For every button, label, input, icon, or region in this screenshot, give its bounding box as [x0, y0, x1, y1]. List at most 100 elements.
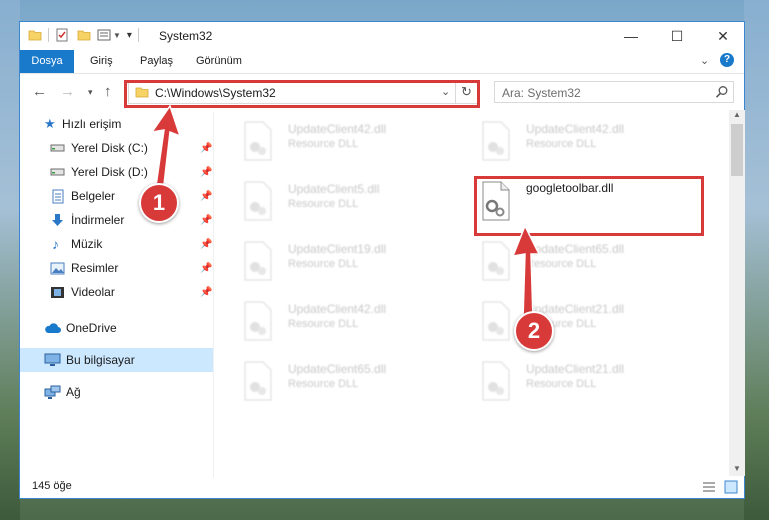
scroll-up-arrow-icon[interactable]: ▲: [733, 110, 741, 119]
documents-icon: [52, 189, 64, 203]
sidebar-item-label: Ağ: [66, 385, 81, 399]
sidebar-item-music[interactable]: ♪ Müzik 📌: [20, 232, 213, 256]
sidebar-item-label: Müzik: [71, 237, 103, 251]
status-bar: 145 öğe: [20, 476, 744, 498]
sidebar-item-label: İndirmeler: [71, 213, 125, 227]
up-arrow-icon[interactable]: ↑: [104, 83, 112, 100]
pin-icon[interactable]: 📌: [200, 287, 212, 298]
dropdown-arrow-icon[interactable]: ▼: [113, 31, 121, 40]
file-name: UpdateClient42.dll: [288, 122, 387, 136]
expand-ribbon-icon[interactable]: ⌄: [700, 54, 709, 67]
search-input[interactable]: Ara: System32: [502, 86, 581, 100]
scrollbar-thumb[interactable]: [731, 124, 743, 176]
title-bar: ▼ ▾ System32 — ☐ ✕: [20, 22, 744, 50]
ribbon-tabs: Dosya Giriş Paylaş Görünüm ⌄ ?: [20, 50, 744, 74]
properties-icon[interactable]: [55, 28, 69, 42]
pin-icon[interactable]: 📌: [200, 143, 212, 154]
tab-file[interactable]: Dosya: [20, 50, 74, 73]
drive-icon: [50, 168, 65, 176]
close-button[interactable]: ✕: [700, 22, 746, 50]
large-icons-view-icon[interactable]: [724, 480, 738, 494]
desktop-background-right: [744, 0, 769, 520]
file-name: UpdateClient65.dll: [288, 362, 387, 376]
scroll-down-arrow-icon[interactable]: ▼: [733, 464, 741, 473]
sidebar-item-label: Bu bilgisayar: [66, 353, 135, 367]
file-item[interactable]: UpdateClient19.dll Resource DLL: [242, 238, 472, 288]
sidebar-item-label: Hızlı erişim: [62, 117, 122, 131]
back-arrow-icon[interactable]: ←: [32, 83, 47, 100]
file-type: Resource DLL: [288, 378, 359, 390]
search-box[interactable]: Ara: System32: [494, 81, 734, 103]
sidebar-item-network[interactable]: Ağ: [20, 380, 213, 404]
file-item[interactable]: UpdateClient21.dll Resource DLL: [480, 358, 710, 408]
desktop-background-left: [0, 0, 20, 520]
cloud-icon: [45, 323, 61, 333]
file-item[interactable]: UpdateClient42.dll Resource DLL: [242, 118, 472, 168]
file-type: Resource DLL: [288, 258, 359, 270]
file-name: UpdateClient19.dll: [288, 242, 387, 256]
file-item[interactable]: UpdateClient5.dll Resource DLL: [242, 178, 472, 228]
file-name: UpdateClient42.dll: [288, 302, 387, 316]
search-icon: [715, 86, 728, 98]
toolbar-divider: [137, 28, 139, 42]
file-type: Resource DLL: [288, 318, 359, 330]
computer-icon: [44, 353, 61, 366]
file-type: Resource DLL: [288, 198, 359, 210]
file-list: UpdateClient42.dll Resource DLL UpdateCl…: [220, 110, 725, 476]
sidebar-item-label: Resimler: [71, 261, 119, 275]
dll-file-icon: [244, 301, 272, 341]
toolbar-divider: [48, 28, 49, 42]
sidebar-item-label: OneDrive: [66, 321, 117, 335]
maximize-button[interactable]: ☐: [654, 22, 700, 50]
file-name: UpdateClient42.dll: [526, 122, 625, 136]
star-icon: ★: [44, 116, 56, 131]
dll-file-icon: [482, 361, 510, 401]
videos-icon: [51, 286, 64, 298]
minimize-button[interactable]: —: [608, 22, 654, 50]
pin-icon[interactable]: 📌: [200, 167, 212, 178]
customize-icon[interactable]: [97, 28, 111, 42]
forward-arrow-icon[interactable]: →: [60, 83, 75, 100]
tab-share[interactable]: Paylaş: [140, 50, 173, 73]
download-icon: [52, 213, 63, 226]
file-type: Resource DLL: [526, 138, 597, 150]
sidebar-item-label: Belgeler: [71, 189, 116, 203]
pin-icon[interactable]: 📌: [200, 239, 212, 250]
file-name: UpdateClient5.dll: [288, 182, 380, 196]
file-type: Resource DLL: [288, 138, 359, 150]
help-icon[interactable]: ?: [720, 53, 734, 67]
new-folder-icon[interactable]: [77, 28, 91, 42]
dll-file-icon: [244, 181, 272, 221]
file-name: UpdateClient21.dll: [526, 362, 625, 376]
sidebar-item-pictures[interactable]: Resimler 📌: [20, 256, 213, 280]
drive-icon: [50, 144, 65, 152]
details-view-icon[interactable]: [702, 481, 716, 493]
step-1-badge: 1: [139, 183, 179, 223]
vertical-scrollbar[interactable]: ▲ ▼: [729, 110, 745, 476]
tab-home[interactable]: Giriş: [90, 50, 113, 73]
item-count: 145 öğe: [32, 480, 72, 492]
dll-file-icon: [482, 121, 510, 161]
music-icon: ♪: [52, 236, 59, 252]
folder-icon[interactable]: [28, 28, 42, 42]
sidebar-item-label: Yerel Disk (C:): [71, 141, 148, 155]
recent-locations-chevron-icon[interactable]: ▾: [88, 87, 93, 98]
dll-file-icon: [244, 121, 272, 161]
sidebar-item-onedrive[interactable]: OneDrive: [20, 316, 213, 340]
pin-icon[interactable]: 📌: [200, 263, 212, 274]
tab-view[interactable]: Görünüm: [196, 50, 242, 73]
file-item[interactable]: UpdateClient65.dll Resource DLL: [242, 358, 472, 408]
file-item[interactable]: UpdateClient42.dll Resource DLL: [480, 118, 710, 168]
sidebar-item-downloads[interactable]: İndirmeler 📌: [20, 208, 213, 232]
qa-chevron-down-icon[interactable]: ▾: [127, 30, 132, 41]
network-icon: [44, 385, 61, 399]
pin-icon[interactable]: 📌: [200, 191, 212, 202]
file-item[interactable]: UpdateClient42.dll Resource DLL: [242, 298, 472, 348]
quick-access-toolbar: ▼ ▾: [28, 28, 145, 42]
dll-file-icon: [244, 241, 272, 281]
pin-icon[interactable]: 📌: [200, 215, 212, 226]
pictures-icon: [50, 262, 65, 274]
sidebar-item-videos[interactable]: Videolar 📌: [20, 280, 213, 304]
sidebar-item-this-pc[interactable]: Bu bilgisayar: [20, 348, 213, 372]
window-title: System32: [159, 29, 213, 43]
